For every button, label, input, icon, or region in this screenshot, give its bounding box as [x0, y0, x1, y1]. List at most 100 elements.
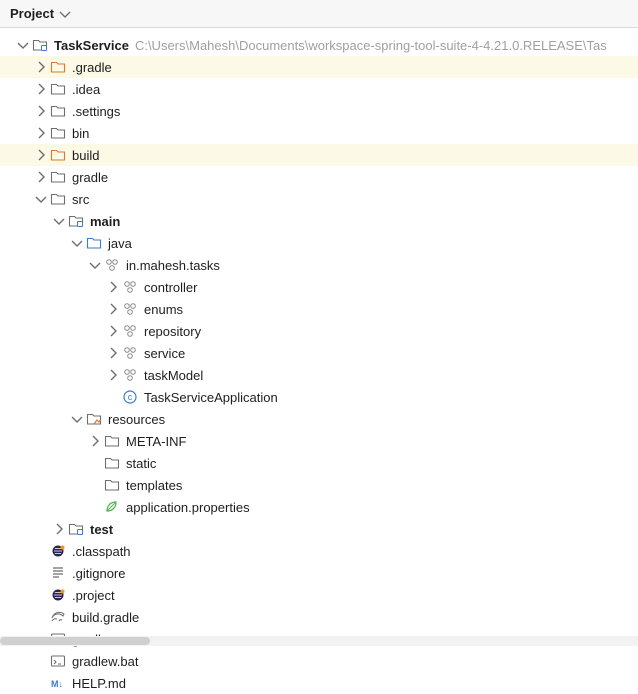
tree-item[interactable]: enums	[0, 298, 638, 320]
chevron-down-icon[interactable]	[52, 214, 66, 228]
chevron-right-icon[interactable]	[52, 522, 66, 536]
chevron-right-icon[interactable]	[34, 148, 48, 162]
tree-item[interactable]: static	[0, 452, 638, 474]
tree-label: controller	[144, 280, 197, 295]
folder-icon	[50, 191, 66, 207]
tree-label: bin	[72, 126, 89, 141]
spring-leaf-icon	[104, 499, 120, 515]
tree-item[interactable]: .settings	[0, 100, 638, 122]
module-icon	[68, 521, 84, 537]
tree-item[interactable]: TaskServiceApplication	[0, 386, 638, 408]
tree-item[interactable]: main	[0, 210, 638, 232]
tree-item[interactable]: java	[0, 232, 638, 254]
package-icon	[104, 257, 120, 273]
tree-label: static	[126, 456, 156, 471]
panel-header[interactable]: Project	[0, 0, 638, 28]
tree-label: .project	[72, 588, 115, 603]
tree-item[interactable]: controller	[0, 276, 638, 298]
tree-label: gradle	[72, 170, 108, 185]
tree-label: .idea	[72, 82, 100, 97]
tree-label: in.mahesh.tasks	[126, 258, 220, 273]
folder-icon	[50, 59, 66, 75]
scrollbar-thumb[interactable]	[0, 637, 150, 645]
tree-item[interactable]: templates	[0, 474, 638, 496]
tree-label: taskModel	[144, 368, 203, 383]
tree-label: application.properties	[126, 500, 250, 515]
tree-item-root[interactable]: TaskService C:\Users\Mahesh\Documents\wo…	[0, 34, 638, 56]
tree-label: test	[90, 522, 113, 537]
folder-icon	[104, 477, 120, 493]
tree-label: service	[144, 346, 185, 361]
chevron-right-icon[interactable]	[106, 302, 120, 316]
tree-item[interactable]: application.properties	[0, 496, 638, 518]
chevron-down-icon[interactable]	[70, 412, 84, 426]
chevron-right-icon[interactable]	[88, 434, 102, 448]
tree-label: build.gradle	[72, 610, 139, 625]
tree-label: build	[72, 148, 99, 163]
chevron-down-icon[interactable]	[70, 236, 84, 250]
folder-icon	[50, 147, 66, 163]
gradle-file-icon	[50, 609, 66, 625]
project-tree[interactable]: TaskService C:\Users\Mahesh\Documents\wo…	[0, 28, 638, 694]
chevron-right-icon[interactable]	[34, 60, 48, 74]
tree-label: TaskService	[54, 38, 129, 53]
tree-item[interactable]: repository	[0, 320, 638, 342]
chevron-right-icon[interactable]	[34, 82, 48, 96]
tree-item[interactable]: build.gradle	[0, 606, 638, 628]
tree-item[interactable]: .gradle	[0, 56, 638, 78]
folder-icon	[50, 125, 66, 141]
tree-item[interactable]: .classpath	[0, 540, 638, 562]
chevron-down-icon[interactable]	[88, 258, 102, 272]
module-icon	[32, 37, 48, 53]
tree-label: resources	[108, 412, 165, 427]
tree-item[interactable]: gradle	[0, 166, 638, 188]
folder-icon	[50, 103, 66, 119]
folder-icon	[50, 81, 66, 97]
eclipse-file-icon	[50, 587, 66, 603]
class-icon	[122, 389, 138, 405]
tree-item[interactable]: in.mahesh.tasks	[0, 254, 638, 276]
tree-item[interactable]: test	[0, 518, 638, 540]
tree-item[interactable]: .idea	[0, 78, 638, 100]
panel-title: Project	[10, 6, 54, 21]
tree-item[interactable]: bin	[0, 122, 638, 144]
tree-item[interactable]: META-INF	[0, 430, 638, 452]
tree-item[interactable]: build	[0, 144, 638, 166]
package-icon	[122, 279, 138, 295]
horizontal-scrollbar[interactable]	[0, 636, 638, 646]
tree-label: META-INF	[126, 434, 186, 449]
tree-label: .gitignore	[72, 566, 125, 581]
chevron-right-icon[interactable]	[106, 280, 120, 294]
chevron-down-icon[interactable]	[16, 38, 30, 52]
tree-item[interactable]: .gitignore	[0, 562, 638, 584]
tree-label: gradlew.bat	[72, 654, 139, 669]
tree-item[interactable]: resources	[0, 408, 638, 430]
terminal-file-icon	[50, 653, 66, 669]
package-icon	[122, 345, 138, 361]
chevron-down-icon[interactable]	[34, 192, 48, 206]
chevron-down-icon	[58, 7, 72, 21]
package-icon	[122, 367, 138, 383]
text-file-icon	[50, 565, 66, 581]
tree-label: main	[90, 214, 120, 229]
chevron-right-icon[interactable]	[34, 104, 48, 118]
module-icon	[68, 213, 84, 229]
tree-item[interactable]: .project	[0, 584, 638, 606]
source-folder-icon	[86, 235, 102, 251]
tree-item[interactable]: service	[0, 342, 638, 364]
chevron-right-icon[interactable]	[34, 126, 48, 140]
tree-label: src	[72, 192, 89, 207]
tree-item[interactable]: src	[0, 188, 638, 210]
tree-item[interactable]: gradlew.bat	[0, 650, 638, 672]
tree-item[interactable]: HELP.md	[0, 672, 638, 694]
folder-icon	[104, 455, 120, 471]
folder-icon	[104, 433, 120, 449]
chevron-right-icon[interactable]	[106, 346, 120, 360]
tree-label: .classpath	[72, 544, 131, 559]
eclipse-file-icon	[50, 543, 66, 559]
tree-label: enums	[144, 302, 183, 317]
tree-item[interactable]: taskModel	[0, 364, 638, 386]
chevron-right-icon[interactable]	[106, 368, 120, 382]
chevron-right-icon[interactable]	[34, 170, 48, 184]
chevron-right-icon[interactable]	[106, 324, 120, 338]
